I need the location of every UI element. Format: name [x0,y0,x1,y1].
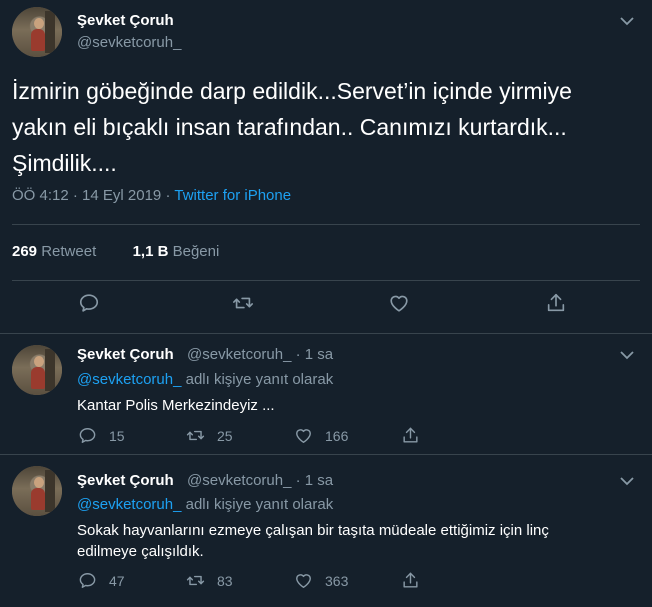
tweet-time[interactable]: ÖÖ 4:12 [12,187,69,204]
share-action[interactable] [401,571,420,590]
tweet-time[interactable]: 1 sa [305,472,333,489]
retweet-stat[interactable]: 269 Retweet [12,243,96,260]
retweet-icon [186,430,205,441]
tweet-date[interactable]: 14 Eyl 2019 [82,187,161,204]
like-count: 1,1 B [132,243,169,260]
tweet-text-line: Sokak hayvanlarını ezmeye çalışan bir ta… [77,522,549,539]
retweet-count: 83 [217,572,233,589]
divider [12,280,640,281]
author-name[interactable]: Şevket Çoruh [77,346,174,363]
reply-count: 15 [109,427,125,444]
reply-suffix: adlı kişiye yanıt olarak [185,496,334,513]
author-handle-time: @sevketcoruh_ · 1 sa [187,346,333,363]
author-handle[interactable]: @sevketcoruh_ [77,34,181,51]
replying-to: @sevketcoruh_ adlı kişiye yanıt olarak [77,496,333,513]
share-action[interactable] [401,426,420,445]
share-icon [403,572,418,588]
chevron-down-icon[interactable] [620,476,634,486]
like-label: Beğeni [172,243,220,260]
reply-icon [79,428,96,444]
tweet-source[interactable]: Twitter for iPhone [174,187,291,204]
like-stat[interactable]: 1,1 B Beğeni [133,243,220,260]
tweet-meta: ÖÖ 4:12 · 14 Eyl 2019 · Twitter for iPho… [12,187,291,204]
author-handle[interactable]: @sevketcoruh_ [187,346,291,363]
tweet-stats: 269 Retweet 1,1 B Beğeni [12,243,219,260]
time-separator: · [295,346,301,363]
author-handle[interactable]: @sevketcoruh_ [187,472,291,489]
reply-count: 47 [109,572,125,589]
chevron-down-icon[interactable] [620,16,634,26]
like-action[interactable]: 166 [294,426,348,445]
reply-action[interactable]: 47 [78,571,125,590]
replying-to: @sevketcoruh_ adlı kişiye yanıt olarak [77,371,333,388]
time-separator: · [295,472,301,489]
author-name[interactable]: Şevket Çoruh [77,472,174,489]
meta-separator: · [165,187,171,204]
reply-mention[interactable]: @sevketcoruh_ [77,371,181,388]
tweet-text-line: yakın eli bıçaklı insan tarafından.. Can… [12,114,567,140]
retweet-count: 25 [217,427,233,444]
avatar[interactable] [12,345,62,395]
like-count: 166 [325,427,349,444]
reply-action[interactable]: 15 [78,426,125,445]
chevron-down-icon[interactable] [620,350,634,360]
share-icon[interactable] [545,292,567,314]
like-icon [296,574,311,588]
reply-tweet[interactable]: Şevket Çoruh @sevketcoruh_ · 1 sa @sevke… [0,456,652,607]
retweet-label: Retweet [41,243,97,260]
meta-separator: · [72,187,78,204]
reply-icon [79,573,96,589]
reply-mention[interactable]: @sevketcoruh_ [77,496,181,513]
like-count: 363 [325,572,349,589]
retweet-icon[interactable] [232,292,254,314]
like-action[interactable]: 363 [294,571,348,590]
reply-suffix: adlı kişiye yanıt olarak [185,371,334,388]
author-name[interactable]: Şevket Çoruh [77,12,174,29]
reply-tweet[interactable]: Şevket Çoruh @sevketcoruh_ · 1 sa @sevke… [0,335,652,455]
tweet-text-line: edilmeye çalışıldık. [77,543,204,560]
reply-icon[interactable] [78,292,100,314]
tweet-text-line: Şimdilik.... [12,150,117,176]
retweet-icon [186,575,205,586]
avatar[interactable] [12,466,62,516]
retweet-action[interactable]: 25 [186,426,233,445]
like-icon[interactable] [388,292,410,314]
avatar[interactable] [12,7,62,57]
tweet-text: İzmirin göbeğinde darp edildik...Servet’… [12,73,637,181]
tweet-time[interactable]: 1 sa [305,346,333,363]
retweet-action[interactable]: 83 [186,571,233,590]
author-handle-time: @sevketcoruh_ · 1 sa [187,472,333,489]
share-icon [403,427,418,443]
main-tweet: Şevket Çoruh @sevketcoruh_ İzmirin göbeğ… [0,0,652,334]
like-icon [296,429,311,443]
tweet-text: Kantar Polis Merkezindeyiz ... [77,397,275,414]
divider [12,224,640,225]
tweet-text-line: İzmirin göbeğinde darp edildik...Servet’… [12,78,572,104]
retweet-count: 269 [12,243,38,260]
tweet-text: Sokak hayvanlarını ezmeye çalışan bir ta… [77,520,637,562]
